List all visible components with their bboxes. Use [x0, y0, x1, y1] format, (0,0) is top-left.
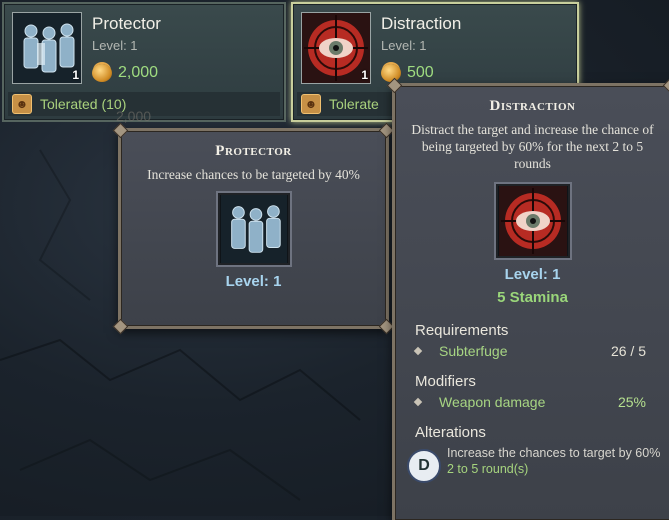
level-badge: 1	[72, 68, 79, 82]
cost-value: 2,000	[118, 64, 159, 81]
reputation-icon: ☻	[12, 94, 32, 114]
card-level: Level: 1	[381, 38, 427, 53]
card-title: Protector	[92, 14, 161, 33]
tooltip-level: Level: 1	[225, 273, 282, 290]
tooltip-protector: Protector Increase chances to be targete…	[112, 122, 395, 335]
tooltip-title: Distraction	[489, 98, 576, 114]
shielded-soldiers-icon: 1	[12, 12, 82, 84]
cost-value: 500	[407, 64, 434, 81]
alterations-heading: Alterations	[415, 424, 486, 441]
status-text: Tolerate	[329, 96, 379, 112]
modifier-value: 25%	[617, 394, 646, 410]
requirement-name: Subterfuge	[439, 343, 508, 359]
ability-card-protector[interactable]: 1 Protector Level: 1 2,000 ☻ Tolerated (…	[2, 2, 286, 122]
eye-target-icon	[493, 182, 572, 260]
shielded-soldiers-icon	[215, 191, 292, 267]
requirement-row: Subterfuge 26 / 5	[395, 339, 669, 363]
tooltip-distraction: Distraction Distract the target and incr…	[386, 77, 669, 520]
card-cost: 2,000	[92, 62, 158, 84]
alteration-text: Increase the chances to target by 60%	[447, 446, 661, 460]
distraction-alteration-icon: D	[407, 449, 441, 483]
alteration-item: D Increase the chances to target by 60% …	[395, 445, 669, 483]
level-badge: 1	[361, 68, 368, 82]
card-cost: 500	[381, 62, 434, 84]
modifiers-heading: Modifiers	[415, 373, 476, 390]
alteration-duration: 2 to 5 round(s)	[447, 462, 529, 476]
tooltip-description: Distract the target and increase the cha…	[411, 122, 654, 171]
eye-target-icon: 1	[301, 12, 371, 84]
modifier-row: Weapon damage 25%	[395, 390, 669, 414]
tooltip-level: Level: 1	[504, 266, 561, 283]
reputation-icon: ☻	[301, 94, 321, 114]
card-level: Level: 1	[92, 38, 138, 53]
status-text: Tolerated (10)	[40, 96, 127, 112]
obscured-cost: 2,000	[116, 108, 152, 124]
card-title: Distraction	[381, 14, 462, 33]
stamina-cost: 5 Stamina	[497, 289, 568, 306]
tooltip-description: Increase chances to be targeted by 40%	[147, 167, 360, 182]
requirement-value: 26 / 5	[610, 343, 646, 359]
gold-coin-icon	[92, 64, 112, 82]
modifier-name: Weapon damage	[439, 394, 546, 410]
requirements-heading: Requirements	[415, 322, 509, 339]
tooltip-title: Protector	[215, 143, 292, 159]
